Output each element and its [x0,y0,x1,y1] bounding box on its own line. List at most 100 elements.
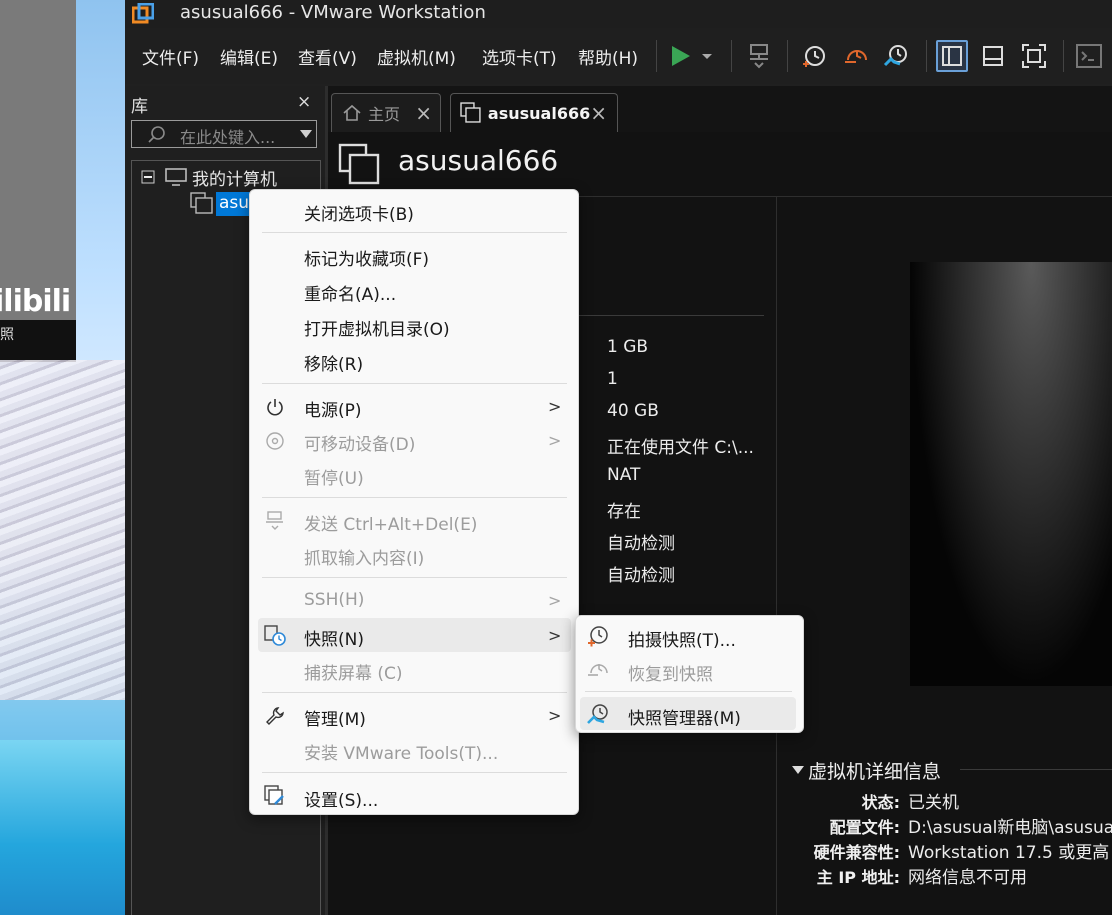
menu-item-open-directory[interactable]: 打开虚拟机目录(O) [304,315,450,340]
display-value: 自动检测 [607,566,675,586]
menu-separator [262,772,567,773]
snapshot-manager-button[interactable] [880,40,912,72]
bilibili-logo-text: ilibili [0,284,71,319]
power-on-button[interactable] [666,40,716,72]
menu-item-snapshot[interactable]: 快照(N) [304,625,364,650]
menu-edit[interactable]: 编辑(E) [220,44,278,69]
tree-my-computer[interactable]: 我的计算机 [192,165,277,190]
menu-vm[interactable]: 虚拟机(M) [377,44,456,69]
menu-item-remove[interactable]: 移除(R) [304,350,363,375]
menu-item-power[interactable]: 电源(P) [304,396,362,421]
detail-label-compat: 硬件兼容性: [813,843,900,862]
divider [578,315,764,316]
settings-icon [263,784,287,808]
submenu-item-take-snapshot[interactable]: 拍摄快照(T)... [628,626,736,651]
detail-value-state: 已关机 [908,793,959,813]
chevron-down-icon[interactable] [299,128,313,140]
revert-snapshot-icon [588,664,608,676]
window-title: asusual666 - VMware Workstation [180,2,486,23]
detail-value-ip: 网络信息不可用 [908,868,1027,888]
home-icon [343,104,361,121]
vmware-logo-icon [132,3,154,24]
toolbar-separator [731,40,732,72]
detail-label-config: 配置文件: [829,818,900,837]
chevron-right-icon: > [548,626,562,645]
send-cad-button[interactable] [744,40,776,72]
send-cad-icon [263,509,287,533]
library-close-button[interactable]: × [297,92,311,112]
vm-large-icon [338,143,380,185]
menu-item-settings[interactable]: 设置(S)... [304,786,378,811]
disc-icon [263,429,287,453]
snapshot-manager-icon [587,704,608,724]
full-screen-button[interactable] [1018,40,1050,72]
chevron-right-icon: > [548,397,562,416]
menu-item-manage[interactable]: 管理(M) [304,705,366,730]
tab-vm-close-icon[interactable]: × [590,101,607,125]
background-artwork [0,360,125,700]
wrench-icon [263,704,287,728]
menu-item-grab-input[interactable]: 抓取输入内容(I) [304,544,424,569]
menu-item-ssh[interactable]: SSH(H) [304,590,364,610]
computer-icon [165,168,187,186]
chevron-right-icon: > [548,591,562,610]
background-card-caption-text: 照 [0,327,14,343]
tab-strip [328,86,1112,132]
menu-separator [262,383,567,384]
network-adapter-value: NAT [607,465,641,485]
menu-item-removable-devices[interactable]: 可移动设备(D) [304,430,415,455]
toolbar-separator [1063,40,1064,72]
menu-item-rename[interactable]: 重命名(A)... [304,280,396,305]
library-pane-icon [942,46,962,66]
terminal-icon [1076,44,1102,68]
submenu-item-snapshot-manager[interactable]: 快照管理器(M) [628,704,741,729]
menu-separator [262,692,567,693]
menu-separator [585,691,792,692]
tab-home-label: 主页 [368,105,401,124]
detail-value-config: D:\asusual新电脑\asusua [908,818,1112,838]
menu-item-send-ctrl-alt-del[interactable]: 发送 Ctrl+Alt+Del(E) [304,510,477,535]
play-icon [672,46,712,66]
tab-vm[interactable]: asusual666 × [450,93,618,132]
computer-send-icon [750,44,768,69]
vm-screen-preview[interactable] [910,262,1112,686]
revert-snapshot-button[interactable] [840,40,872,72]
usb-controller-value: 存在 [607,502,641,522]
detail-label-ip: 主 IP 地址: [816,868,900,887]
menu-item-pause[interactable]: 暂停(U) [304,464,364,489]
processors-value: 1 [607,369,618,389]
menu-item-capture-screen[interactable]: 捕获屏幕 (C) [304,659,403,684]
thumbnail-bar-button[interactable] [977,40,1009,72]
take-snapshot-button[interactable] [798,40,830,72]
toolbar-separator [656,40,657,72]
tab-home[interactable]: 主页 × [331,93,441,132]
menu-file[interactable]: 文件(F) [142,44,199,69]
menu-separator [262,232,567,233]
menu-item-favorite[interactable]: 标记为收藏项(F) [304,245,429,270]
console-view-button[interactable] [1073,40,1105,72]
thumbnail-pane-icon [983,46,1003,66]
submenu-item-revert-snapshot[interactable]: 恢复到快照 [628,660,713,685]
menu-item-close-tab[interactable]: 关闭选项卡(B) [304,200,414,225]
menu-item-install-vmware-tools[interactable]: 安装 VMware Tools(T)... [304,739,498,764]
menu-separator [262,497,567,498]
show-library-button[interactable] [936,40,968,72]
snapshot-clock-icon [803,46,825,67]
detail-label-state: 状态: [861,793,900,812]
snapshot-manager-icon [883,45,907,67]
vm-name-heading: asusual666 [398,144,559,177]
background-ocean [0,740,125,915]
vm-details-heading: 虚拟机详细信息 [808,761,942,783]
context-menu [249,189,579,815]
menu-view[interactable]: 查看(V) [298,44,357,69]
snapshot-icon [263,623,287,647]
memory-value: 1 GB [607,337,649,357]
collapse-toggle-icon[interactable] [141,170,155,184]
menu-tabs[interactable]: 选项卡(T) [482,44,557,69]
chevron-right-icon: > [548,706,562,725]
menu-help[interactable]: 帮助(H) [578,44,638,69]
collapse-triangle-icon[interactable] [792,765,804,775]
power-icon [263,395,287,419]
search-placeholder: 在此处键入... [180,128,276,147]
tab-home-close-icon[interactable]: × [415,101,432,125]
